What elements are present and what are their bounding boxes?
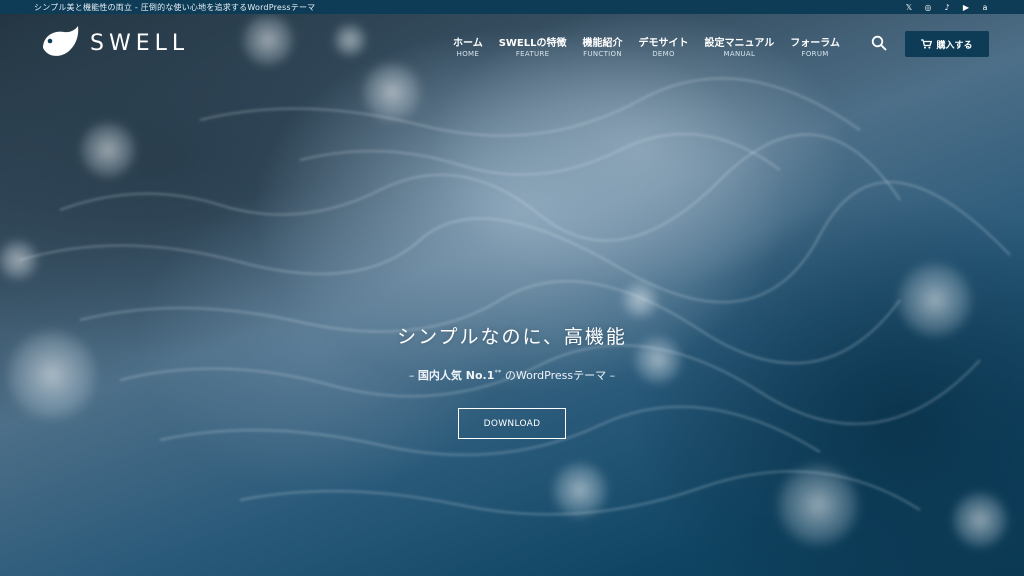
nav-label: 設定マニュアル (704, 38, 775, 49)
instagram-icon[interactable]: ◎ (923, 2, 933, 12)
hero-background (0, 0, 1024, 576)
cart-icon (921, 39, 933, 49)
nav-sublabel: FEATURE (515, 50, 550, 58)
amazon-icon[interactable]: a (980, 2, 990, 12)
nav-item-forum[interactable]: フォーラム FORUM (782, 34, 848, 58)
tiktok-icon[interactable]: ♪ (942, 2, 952, 12)
water-texture (0, 12, 1011, 550)
youtube-icon[interactable]: ▶ (961, 2, 971, 12)
nav-item-feature[interactable]: SWELLの特徴 FEATURE (491, 34, 575, 58)
hero-subtitle: – 国内人気 No.1** のWordPressテーマ – (0, 367, 1024, 383)
nav-sublabel: FUNCTION (583, 50, 622, 58)
nav-sublabel: HOME (456, 50, 480, 58)
site-header: SWELL ホーム HOME SWELLの特徴 FEATURE 機能紹介 FUN… (0, 14, 1024, 72)
nav-item-demo[interactable]: デモサイト DEMO (631, 34, 697, 58)
nav-label: 機能紹介 (582, 38, 623, 49)
nav-item-manual[interactable]: 設定マニュアル MANUAL (697, 34, 783, 58)
search-icon (871, 35, 887, 51)
site-logo[interactable]: SWELL (40, 26, 189, 60)
x-icon[interactable]: 𝕏 (904, 2, 914, 12)
hero-title: シンプルなのに、高機能 (397, 326, 627, 348)
nav-label: デモサイト (638, 38, 689, 49)
download-button[interactable]: DOWNLOAD (458, 408, 566, 439)
hero-sub-prefix: – (408, 369, 418, 382)
hero-sub-suffix: のWordPressテーマ – (501, 369, 616, 382)
nav-label: ホーム (453, 38, 483, 49)
logo-text: SWELL (90, 30, 190, 56)
nav-sublabel: DEMO (652, 50, 675, 58)
buy-label: 購入する (936, 40, 973, 51)
nav-label: SWELLの特徴 (498, 38, 567, 49)
wave-logo-icon (43, 26, 79, 56)
nav-item-function[interactable]: 機能紹介 FUNCTION (575, 34, 631, 58)
search-button[interactable] (871, 35, 887, 51)
nav-sublabel: MANUAL (723, 50, 756, 58)
top-bar: シンプル美と機能性の両立 - 圧倒的な使い心地を追求するWordPressテーマ… (0, 0, 1024, 14)
hero-sub-bold: 国内人気 No.1 (417, 369, 495, 382)
buy-button[interactable]: 購入する (905, 31, 989, 57)
hero-copy: シンプルなのに、高機能 – 国内人気 No.1** のWordPressテーマ … (0, 322, 1024, 383)
main-nav: ホーム HOME SWELLの特徴 FEATURE 機能紹介 FUNCTION … (445, 34, 848, 58)
nav-item-home[interactable]: ホーム HOME (445, 34, 491, 58)
nav-sublabel: FORUM (801, 50, 829, 58)
social-links: 𝕏 ◎ ♪ ▶ a (904, 2, 990, 12)
nav-label: フォーラム (790, 38, 840, 49)
site-tagline: シンプル美と機能性の両立 - 圧倒的な使い心地を追求するWordPressテーマ (34, 2, 316, 12)
